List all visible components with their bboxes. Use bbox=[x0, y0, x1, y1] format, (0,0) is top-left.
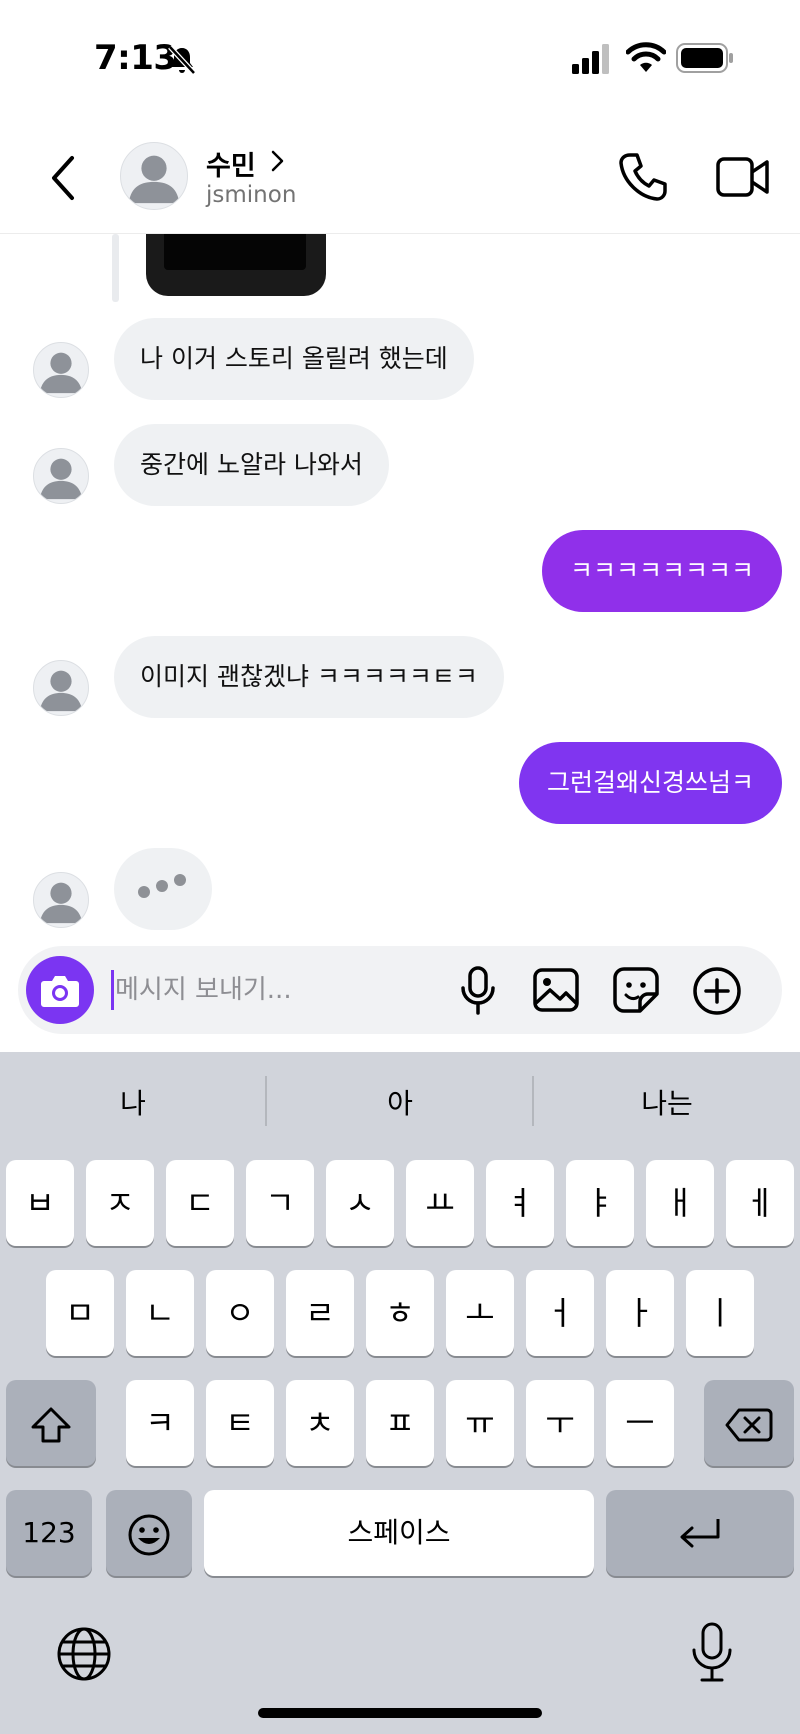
key[interactable]: ㅂ bbox=[6, 1160, 74, 1246]
key[interactable]: ㅋ bbox=[126, 1380, 194, 1466]
message-bubble-received[interactable]: 중간에 노알라 나와서 bbox=[114, 424, 389, 506]
message-thread[interactable]: 나 이거 스토리 올릴려 했는데 중간에 노알라 나와서 ㅋㅋㅋㅋㅋㅋㅋㅋ 이미… bbox=[0, 234, 800, 930]
contact-name[interactable]: 수민 bbox=[206, 144, 256, 183]
key[interactable]: ㅐ bbox=[646, 1160, 714, 1246]
key[interactable]: ㅣ bbox=[686, 1270, 754, 1356]
suggestion-item[interactable]: 아 bbox=[267, 1076, 533, 1132]
shift-icon bbox=[31, 1407, 71, 1443]
contact-username[interactable]: jsminon bbox=[206, 182, 296, 208]
signal-icon bbox=[572, 44, 609, 74]
keyboard: 나 아 나는 ㅂ ㅈ ㄷ ㄱ ㅅ ㅛ ㅕ ㅑ ㅐ ㅔ ㅁ ㄴ ㅇ ㄹ ㅎ ㅗ ㅓ… bbox=[0, 1052, 800, 1734]
avatar[interactable] bbox=[33, 872, 89, 928]
wifi-icon bbox=[626, 42, 666, 72]
key[interactable]: ㅕ bbox=[486, 1160, 554, 1246]
camera-button[interactable] bbox=[26, 956, 94, 1024]
reply-indicator bbox=[112, 234, 119, 302]
numbers-key[interactable]: 123 bbox=[6, 1490, 92, 1576]
message-bubble-sent[interactable]: ㅋㅋㅋㅋㅋㅋㅋㅋ bbox=[541, 530, 782, 612]
home-indicator[interactable] bbox=[258, 1708, 542, 1718]
key[interactable]: ㅌ bbox=[206, 1380, 274, 1466]
message-bubble-sent[interactable]: 그런걸왜신경쓰넘ㅋ bbox=[518, 742, 782, 824]
status-bar: 7:13 bbox=[0, 0, 800, 118]
return-icon bbox=[680, 1519, 720, 1548]
key[interactable]: ㅈ bbox=[86, 1160, 154, 1246]
chat-header: 수민 jsminon bbox=[0, 118, 800, 234]
status-time: 7:13 bbox=[94, 38, 177, 78]
default-avatar-icon bbox=[128, 155, 180, 204]
bell-slash-icon bbox=[168, 45, 196, 75]
key[interactable]: ㅑ bbox=[566, 1160, 634, 1246]
message-composer bbox=[18, 946, 782, 1034]
key[interactable]: ㅔ bbox=[726, 1160, 794, 1246]
avatar[interactable] bbox=[33, 660, 89, 716]
key[interactable]: ㅡ bbox=[606, 1380, 674, 1466]
emoji-icon bbox=[128, 1514, 170, 1556]
message-bubble-received[interactable]: 나 이거 스토리 올릴려 했는데 bbox=[114, 318, 474, 400]
key[interactable]: ㄴ bbox=[126, 1270, 194, 1356]
suggestion-bar: 나 아 나는 bbox=[0, 1052, 800, 1152]
sticker-icon[interactable] bbox=[612, 966, 660, 1014]
key[interactable]: ㅎ bbox=[366, 1270, 434, 1356]
key[interactable]: ㅗ bbox=[446, 1270, 514, 1356]
typing-dot bbox=[174, 874, 186, 886]
key[interactable]: ㅁ bbox=[46, 1270, 114, 1356]
backspace-icon bbox=[725, 1408, 773, 1442]
suggestion-item[interactable]: 나는 bbox=[534, 1076, 800, 1132]
dictation-mic-icon[interactable] bbox=[690, 1622, 734, 1684]
key[interactable]: ㄱ bbox=[246, 1160, 314, 1246]
key[interactable]: ㅅ bbox=[326, 1160, 394, 1246]
message-bubble-received[interactable]: 이미지 괜찮겠냐 ㅋㅋㅋㅋㅋㅌㅋ bbox=[114, 636, 504, 718]
avatar[interactable] bbox=[33, 448, 89, 504]
default-avatar-icon bbox=[39, 352, 83, 394]
typing-dot bbox=[156, 880, 168, 892]
gallery-icon[interactable] bbox=[532, 966, 580, 1014]
key[interactable]: ㄹ bbox=[286, 1270, 354, 1356]
message-input[interactable] bbox=[115, 964, 415, 1016]
space-key[interactable]: 스페이스 bbox=[204, 1490, 594, 1576]
key[interactable]: ㅠ bbox=[446, 1380, 514, 1466]
key[interactable]: ㅛ bbox=[406, 1160, 474, 1246]
default-avatar-icon bbox=[39, 458, 83, 500]
return-key[interactable] bbox=[606, 1490, 794, 1576]
shared-media-preview[interactable] bbox=[146, 234, 326, 296]
key[interactable]: ㅜ bbox=[526, 1380, 594, 1466]
globe-icon[interactable] bbox=[56, 1626, 112, 1682]
avatar[interactable] bbox=[33, 342, 89, 398]
avatar[interactable] bbox=[120, 142, 188, 210]
emoji-key[interactable] bbox=[106, 1490, 192, 1576]
mic-icon[interactable] bbox=[458, 966, 498, 1016]
key[interactable]: ㅊ bbox=[286, 1380, 354, 1466]
chevron-right-icon[interactable] bbox=[270, 148, 286, 174]
camera-icon bbox=[41, 976, 79, 1007]
backspace-key[interactable] bbox=[704, 1380, 794, 1466]
video-icon[interactable] bbox=[716, 154, 770, 200]
default-avatar-icon bbox=[39, 670, 83, 712]
battery-icon bbox=[676, 43, 733, 73]
add-icon[interactable] bbox=[692, 966, 742, 1016]
typing-dot bbox=[138, 886, 150, 898]
typing-indicator bbox=[114, 848, 212, 930]
shift-key[interactable] bbox=[6, 1380, 96, 1466]
key[interactable]: ㅇ bbox=[206, 1270, 274, 1356]
key[interactable]: ㄷ bbox=[166, 1160, 234, 1246]
back-icon[interactable] bbox=[44, 152, 84, 204]
key[interactable]: ㅍ bbox=[366, 1380, 434, 1466]
key[interactable]: ㅏ bbox=[606, 1270, 674, 1356]
default-avatar-icon bbox=[39, 882, 83, 924]
text-cursor bbox=[111, 970, 114, 1010]
suggestion-item[interactable]: 나 bbox=[0, 1076, 266, 1132]
phone-icon[interactable] bbox=[616, 150, 670, 204]
key[interactable]: ㅓ bbox=[526, 1270, 594, 1356]
